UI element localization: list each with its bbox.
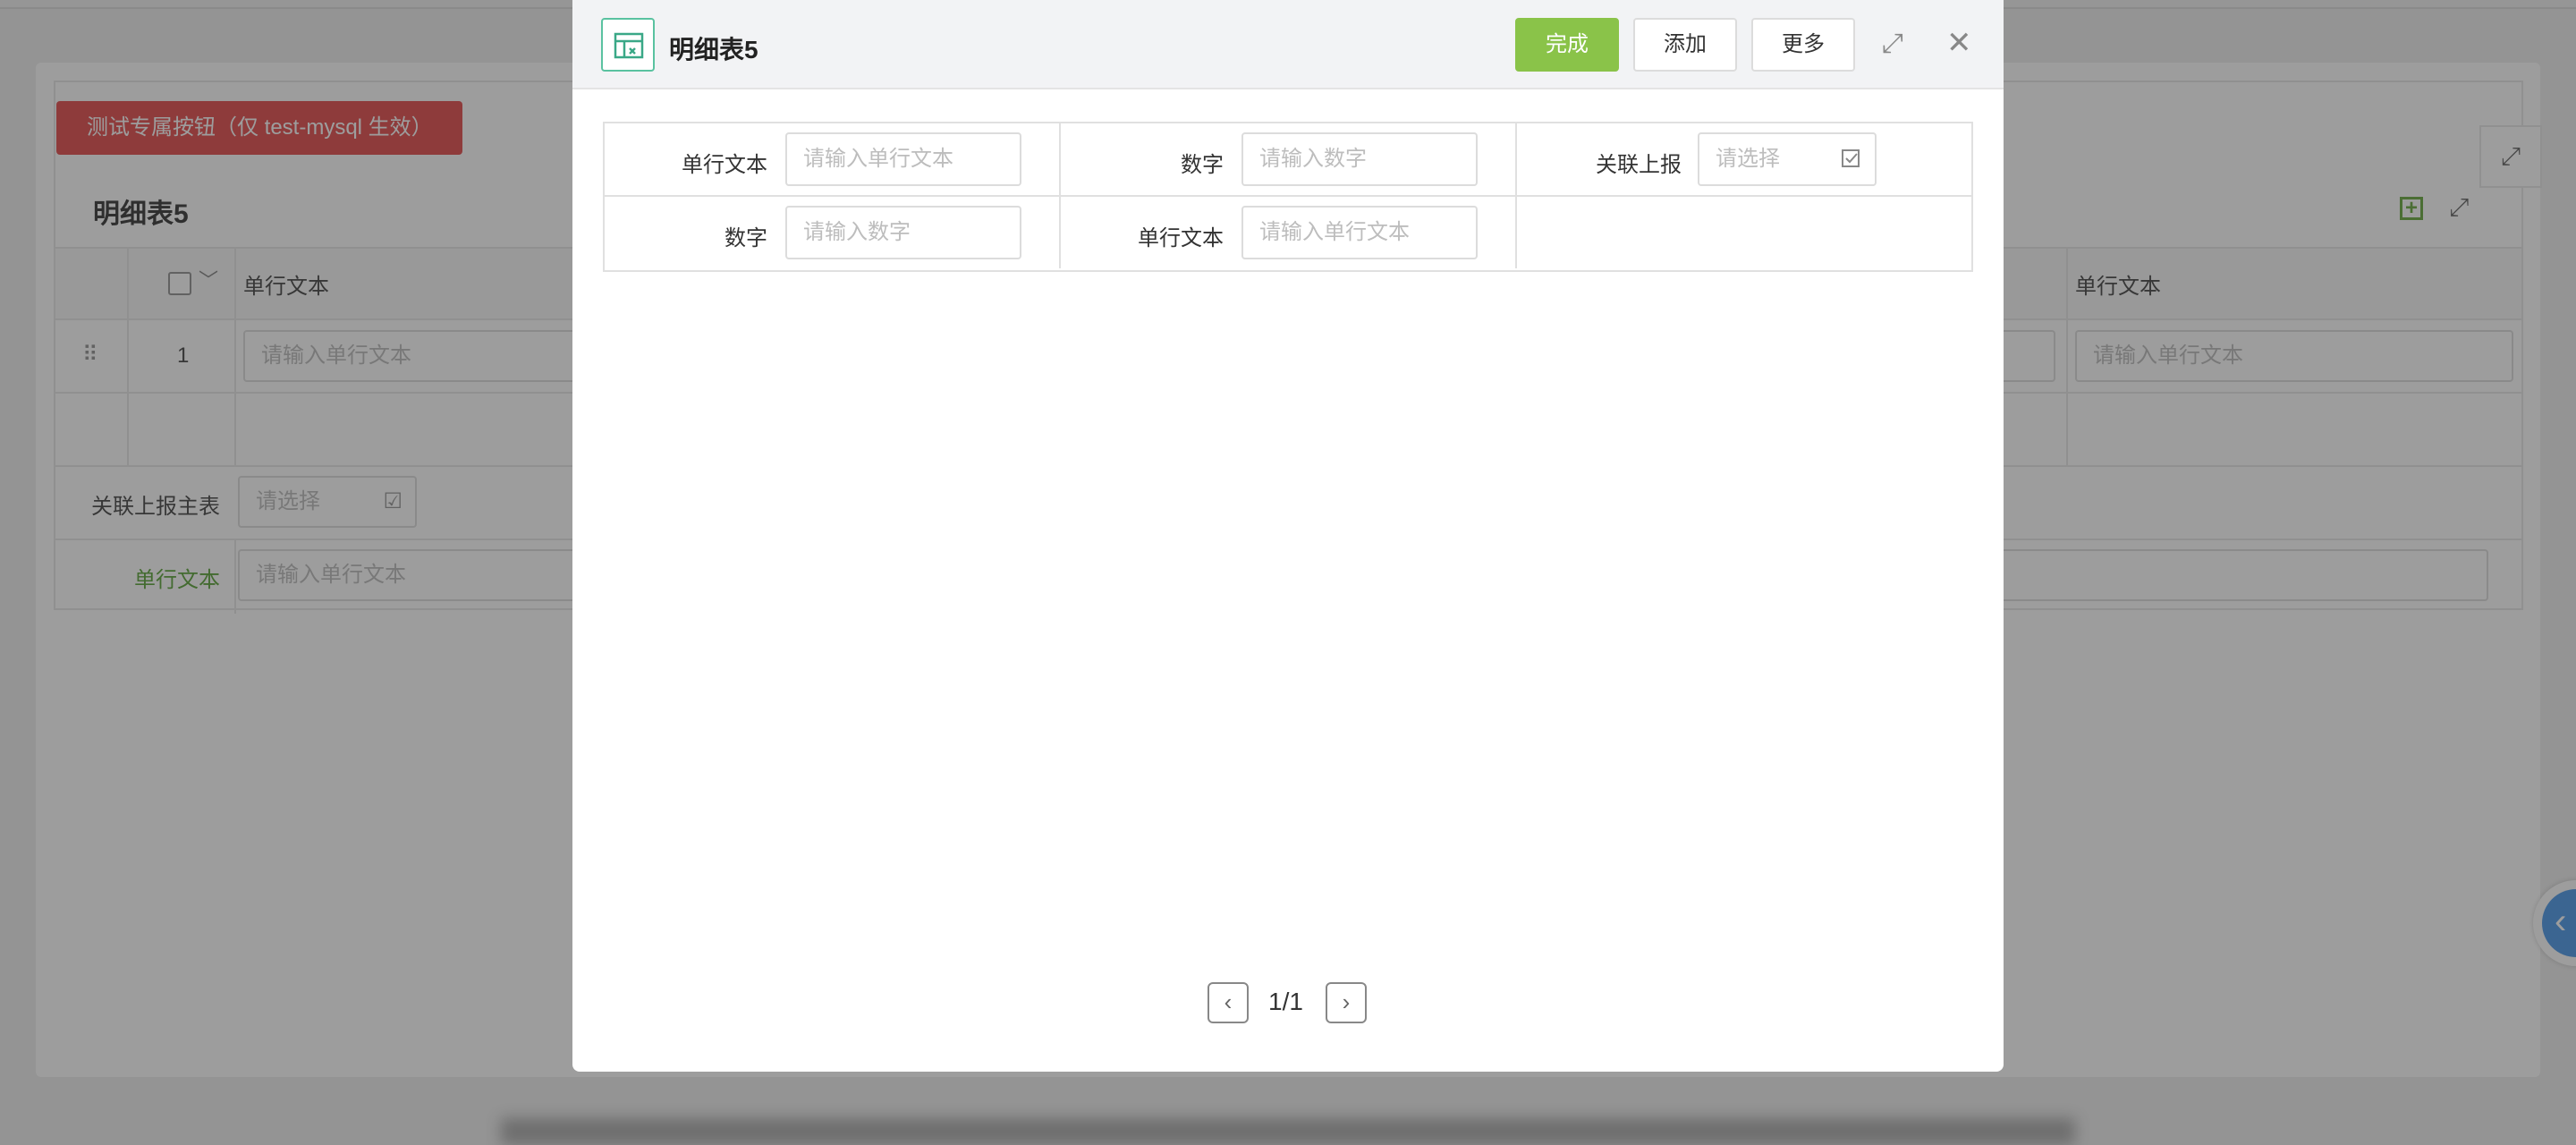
form-cell: 单行文本 请输入单行文本	[1061, 197, 1517, 268]
table-icon	[601, 18, 655, 72]
close-icon[interactable]: ✕	[1946, 25, 1972, 61]
link-report-select[interactable]: 请选择	[1698, 132, 1877, 186]
page-indicator: 1/1	[1268, 988, 1303, 1015]
field-label: 单行文本	[682, 153, 767, 177]
form-row: 单行文本 请输入单行文本 数字 请输入数字 关联上报 请选择	[605, 123, 1971, 197]
form-cell: 数字 请输入数字	[1061, 123, 1517, 195]
text-input[interactable]: 请输入单行文本	[1241, 206, 1478, 259]
modal-header: 明细表5 完成 添加 更多 ⤢ ✕	[572, 0, 2004, 89]
field-label: 单行文本	[1138, 226, 1224, 250]
form-row: 数字 请输入数字 单行文本 请输入单行文本	[605, 197, 1971, 270]
field-label: 关联上报	[1596, 153, 1682, 177]
add-button[interactable]: 添加	[1633, 18, 1737, 72]
form-cell: 关联上报 请选择	[1517, 123, 1973, 195]
form-grid: 单行文本 请输入单行文本 数字 请输入数字 关联上报 请选择 数字 请输入数字 …	[603, 122, 1973, 272]
resize-icon[interactable]: ⤢	[1882, 29, 1903, 59]
shadow	[501, 1118, 2075, 1145]
number-input[interactable]: 请输入数字	[785, 206, 1021, 259]
prev-page-button[interactable]: ‹	[1208, 982, 1249, 1023]
more-button[interactable]: 更多	[1751, 18, 1855, 72]
text-input[interactable]: 请输入单行文本	[785, 132, 1021, 186]
detail-modal: 明细表5 完成 添加 更多 ⤢ ✕ 单行文本 请输入单行文本 数字 请输入数字 …	[572, 0, 2004, 1072]
form-cell: 单行文本 请输入单行文本	[605, 123, 1061, 195]
done-button[interactable]: 完成	[1515, 18, 1619, 72]
number-input[interactable]: 请输入数字	[1241, 132, 1478, 186]
field-label: 数字	[1181, 153, 1224, 177]
select-icon	[1842, 149, 1860, 167]
next-page-button[interactable]: ›	[1326, 982, 1367, 1023]
pagination: ‹ 1/1 ›	[572, 982, 2004, 1025]
modal-title: 明细表5	[669, 36, 758, 64]
form-cell: 数字 请输入数字	[605, 197, 1061, 268]
field-label: 数字	[724, 226, 767, 250]
